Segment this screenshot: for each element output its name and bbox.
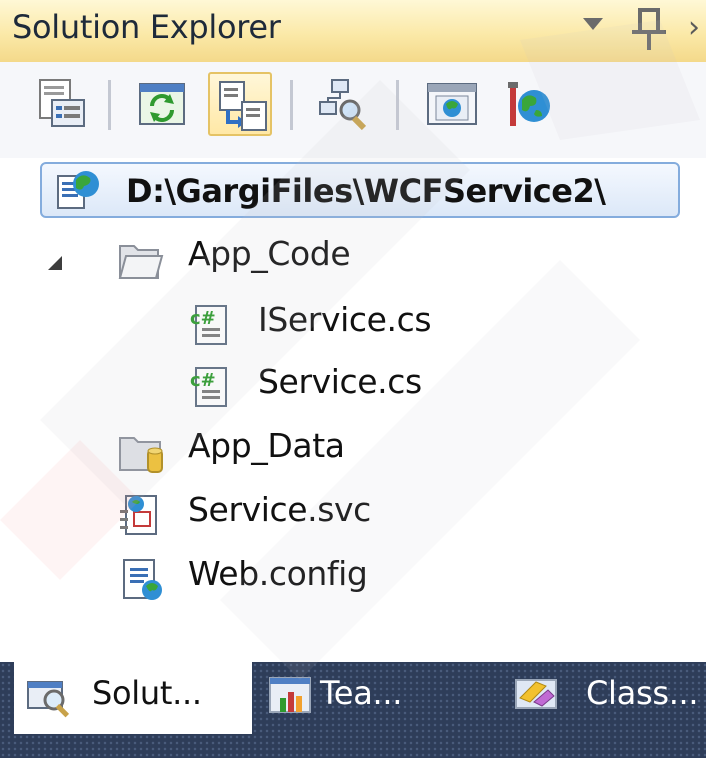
tab-label: Solut... [92,674,202,712]
website-config-icon [508,82,550,126]
toolbar-separator [396,80,399,130]
auto-hide-pin-icon[interactable] [628,6,672,52]
panel-title-bar: Solution Explorer › [0,0,706,62]
svg-text:c#: c# [190,308,216,329]
database-folder-icon [119,437,163,473]
class-diagram-icon [319,79,367,130]
svg-text:c#: c# [190,370,216,391]
tab-label: Tea... [320,674,403,712]
view-class-diagram-button[interactable] [312,72,376,136]
toolbar [0,62,706,158]
tree-root-label: D:\GargiFiles\WCFService2\ [126,172,606,210]
tree-item-label: Service.cs [258,362,422,401]
tool-window-tab-bar: Solut... Tea... Class... [0,662,706,758]
asp-net-configuration-button[interactable] [496,72,560,136]
tree-root-website[interactable]: D:\GargiFiles\WCFService2\ [40,162,680,218]
refresh-icon [139,83,185,125]
csharp-file-icon: c# [190,305,227,345]
nest-related-files-icon [219,81,267,131]
tree-item-app-data[interactable]: App_Data [118,422,518,478]
tree-item-label: App_Data [188,426,345,465]
tab-team-explorer[interactable]: Tea... [268,662,428,734]
close-icon[interactable]: › [688,10,700,45]
refresh-button[interactable] [130,72,194,136]
nest-related-files-button[interactable] [208,72,272,136]
tree-item-service-cs[interactable]: c# Service.cs [188,358,588,414]
view-in-browser-button[interactable] [420,72,484,136]
class-view-icon [515,679,557,709]
panel-title: Solution Explorer [12,8,281,46]
toolbar-separator [108,80,111,130]
config-file-icon [123,559,162,600]
folder-open-icon [118,245,164,279]
svc-file-icon [120,495,157,535]
solution-explorer-panel: Solution Explorer › D:\GargiFiles\WCFSer… [0,0,706,758]
properties-icon [39,79,85,127]
tab-class-view[interactable]: Class... [514,662,706,734]
solution-tree: D:\GargiFiles\WCFService2\ App_Code c# I… [0,158,706,648]
browser-icon [427,83,477,125]
collapse-arrow-icon[interactable] [48,256,62,270]
tab-solution-explorer[interactable]: Solut... [14,662,252,734]
tree-item-label: IService.cs [258,300,432,339]
tree-item-iservice[interactable]: c# IService.cs [188,296,588,352]
tree-item-label: Web.config [188,554,368,593]
tree-item-label: Service.svc [188,490,371,529]
tree-item-app-code[interactable]: App_Code [118,230,518,286]
tree-item-label: App_Code [188,234,351,273]
window-position-dropdown-icon[interactable] [583,18,603,30]
website-project-icon [57,171,99,209]
tab-label: Class... [586,674,699,712]
tree-item-service-svc[interactable]: Service.svc [118,486,518,542]
csharp-file-icon: c# [190,367,227,407]
solution-explorer-icon [27,681,70,718]
tree-item-web-config[interactable]: Web.config [118,550,518,606]
properties-button[interactable] [30,72,94,136]
toolbar-separator [290,80,293,130]
team-explorer-icon [269,677,311,713]
